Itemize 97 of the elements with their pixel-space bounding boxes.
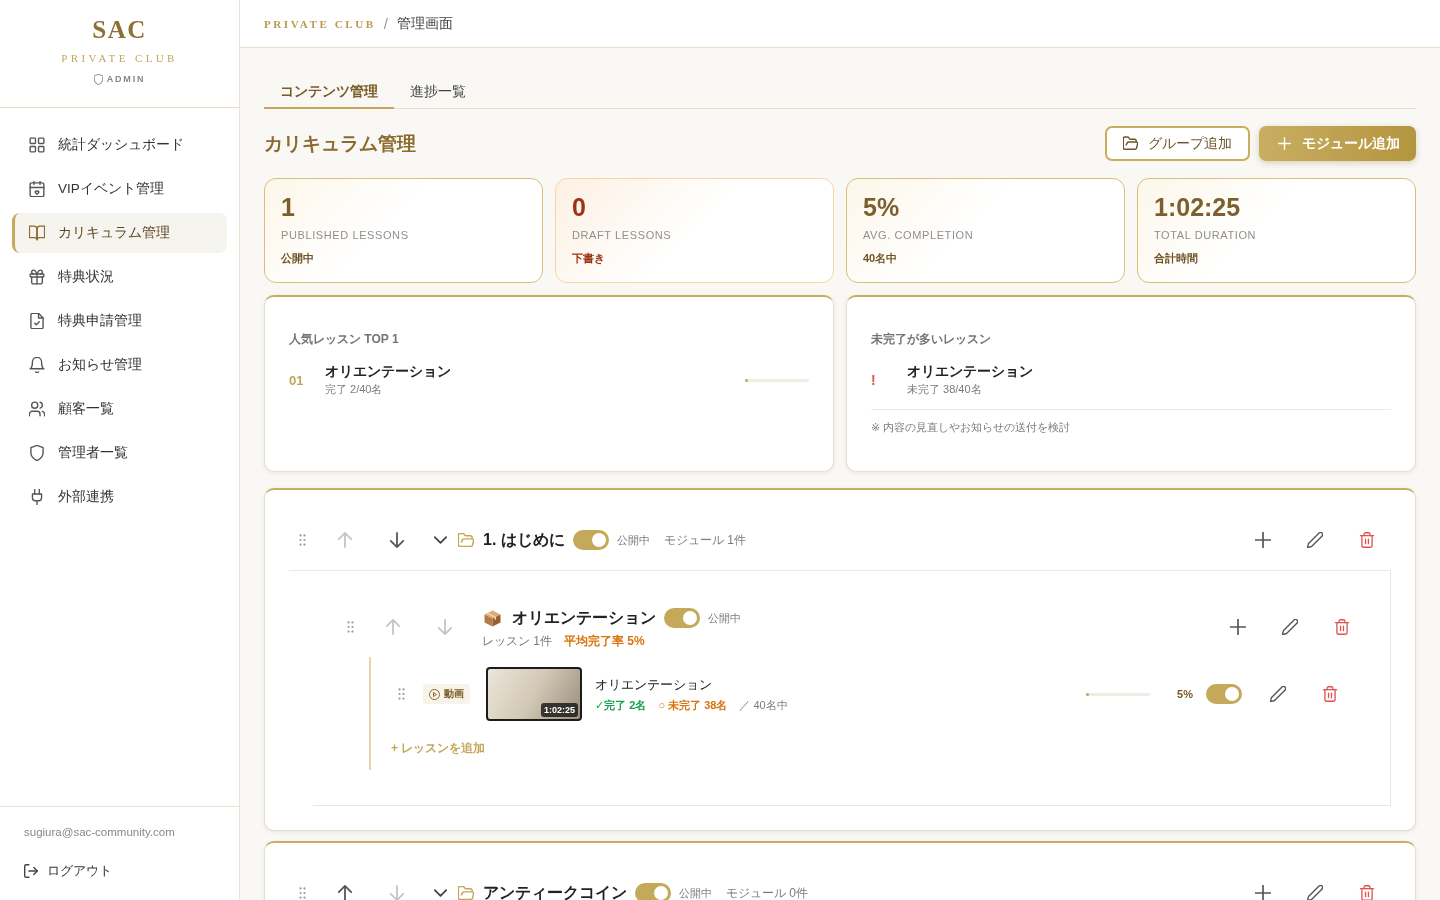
percent-label: 5%	[1177, 688, 1193, 700]
arrow-up-icon[interactable]	[337, 885, 353, 900]
users-icon	[29, 401, 45, 417]
page-title: カリキュラム管理	[264, 131, 416, 156]
nav-item[interactable]: 外部連携	[12, 477, 227, 517]
lesson-name: オリエンテーション	[325, 363, 451, 381]
package-icon	[484, 609, 501, 627]
duration-label: 1:02:25	[540, 703, 578, 717]
total-count: ／ 40名中	[739, 697, 788, 713]
toggle-switch[interactable]	[1206, 684, 1242, 704]
nav-item[interactable]: 特典状況	[12, 257, 227, 297]
stat-label: TOTAL DURATION	[1154, 228, 1258, 242]
stat-note: 下書き	[572, 251, 606, 265]
tab[interactable]: 進捗一覧	[394, 76, 482, 109]
trash-icon[interactable]	[1359, 532, 1375, 548]
module-title: オリエンテーション	[512, 607, 656, 628]
drag-handle-icon[interactable]	[299, 887, 306, 899]
stat-value: 5%	[863, 192, 901, 222]
nav-item[interactable]: 顧客一覧	[12, 389, 227, 429]
chevron-down-icon[interactable]	[434, 536, 447, 544]
logo-title: SAC	[92, 16, 147, 44]
calendar-icon	[29, 181, 45, 197]
toggle-switch[interactable]	[664, 608, 700, 628]
drag-handle-icon[interactable]	[347, 621, 354, 633]
module-count: モジュール 1件	[663, 531, 746, 549]
folder-icon	[458, 533, 474, 547]
panel-title: 人気レッスン TOP 1	[289, 331, 400, 348]
play-icon	[429, 688, 440, 700]
stat-label: DRAFT LESSONS	[572, 228, 673, 242]
trash-icon[interactable]	[1322, 686, 1338, 702]
logo-subtitle: PRIVATE CLUB	[61, 51, 178, 65]
gift-icon	[29, 269, 45, 285]
stat-note: 40名中	[863, 251, 899, 265]
status-label: 公開中	[708, 610, 741, 626]
logout-link[interactable]: ログアウト	[24, 862, 215, 880]
plug-icon	[29, 489, 45, 505]
stat-value: 1:02:25	[1154, 192, 1242, 222]
pencil-icon[interactable]	[1307, 532, 1323, 548]
shield-icon	[29, 445, 45, 461]
drag-handle-icon[interactable]	[299, 534, 306, 546]
nav-item[interactable]: VIPイベント管理	[12, 169, 227, 209]
logout-icon	[24, 864, 38, 878]
status-label: 公開中	[679, 885, 712, 900]
lesson-title: オリエンテーション	[595, 675, 713, 694]
drag-handle-icon[interactable]	[398, 688, 405, 700]
plus-icon[interactable]	[1255, 885, 1271, 900]
group-title: 1. はじめに	[483, 529, 565, 550]
toggle-switch[interactable]	[635, 883, 671, 900]
panel-title: 未完了が多いレッスン	[871, 331, 992, 348]
grid-icon	[29, 137, 45, 153]
stat-note: 合計時間	[1154, 251, 1199, 265]
stat-label: AVG. COMPLETION	[863, 228, 975, 242]
alert-mark: !	[871, 372, 877, 388]
shield-icon	[93, 73, 103, 85]
bell-icon	[29, 357, 45, 373]
lesson-type-label: 動画	[444, 687, 464, 701]
breadcrumb-page: 管理画面	[396, 14, 453, 33]
plus-icon[interactable]	[1255, 532, 1271, 548]
book-icon	[29, 225, 45, 241]
plus-icon[interactable]	[1230, 619, 1246, 635]
nav-item[interactable]: 管理者一覧	[12, 433, 227, 473]
pencil-icon[interactable]	[1307, 885, 1323, 900]
completed-count: ✓完了 2名	[595, 697, 647, 713]
arrow-down-icon[interactable]	[389, 532, 405, 548]
pending-count: ○ 未完了 38名	[658, 697, 728, 713]
pencil-icon[interactable]	[1282, 619, 1298, 635]
rank-number: 01	[289, 372, 305, 388]
nav-item[interactable]: 統計ダッシュボード	[12, 125, 227, 165]
stat-value: 0	[572, 192, 587, 222]
toggle-switch[interactable]	[572, 530, 609, 550]
stat-label: PUBLISHED LESSONS	[281, 228, 410, 242]
folder-icon	[1123, 136, 1138, 151]
add-group-button[interactable]: グループ追加	[1105, 126, 1250, 161]
breadcrumb-separator: /	[383, 15, 388, 32]
document-check-icon	[29, 313, 45, 329]
plus-icon	[1277, 136, 1292, 151]
user-email: sugiura@sac-community.com	[24, 825, 176, 840]
trash-icon[interactable]	[1359, 885, 1375, 900]
lesson-detail: 完了 2/40名	[325, 382, 384, 397]
nav-item[interactable]: お知らせ管理	[12, 345, 227, 385]
stat-note: 公開中	[281, 251, 315, 265]
status-label: 公開中	[616, 532, 650, 548]
average-completion: 平均完了率 5%	[564, 633, 645, 650]
lesson-count: レッスン 1件	[482, 633, 552, 650]
nav-item[interactable]: カリキュラム管理	[12, 213, 227, 253]
pencil-icon[interactable]	[1270, 686, 1286, 702]
chevron-down-icon[interactable]	[434, 889, 447, 897]
group-title: アンティークコイン	[483, 882, 627, 900]
nav-item[interactable]: 特典申請管理	[12, 301, 227, 341]
role-label: ADMIN	[106, 73, 146, 85]
lesson-name: オリエンテーション	[907, 363, 1033, 381]
trash-icon[interactable]	[1334, 619, 1350, 635]
module-count: モジュール 0件	[726, 884, 808, 900]
stat-value: 1	[281, 192, 296, 222]
panel-note: ※ 内容の見直しやお知らせの送付を検討	[871, 420, 1072, 435]
lesson-detail: 未完了 38/40名	[907, 382, 983, 397]
tab[interactable]: コンテンツ管理	[264, 76, 394, 109]
